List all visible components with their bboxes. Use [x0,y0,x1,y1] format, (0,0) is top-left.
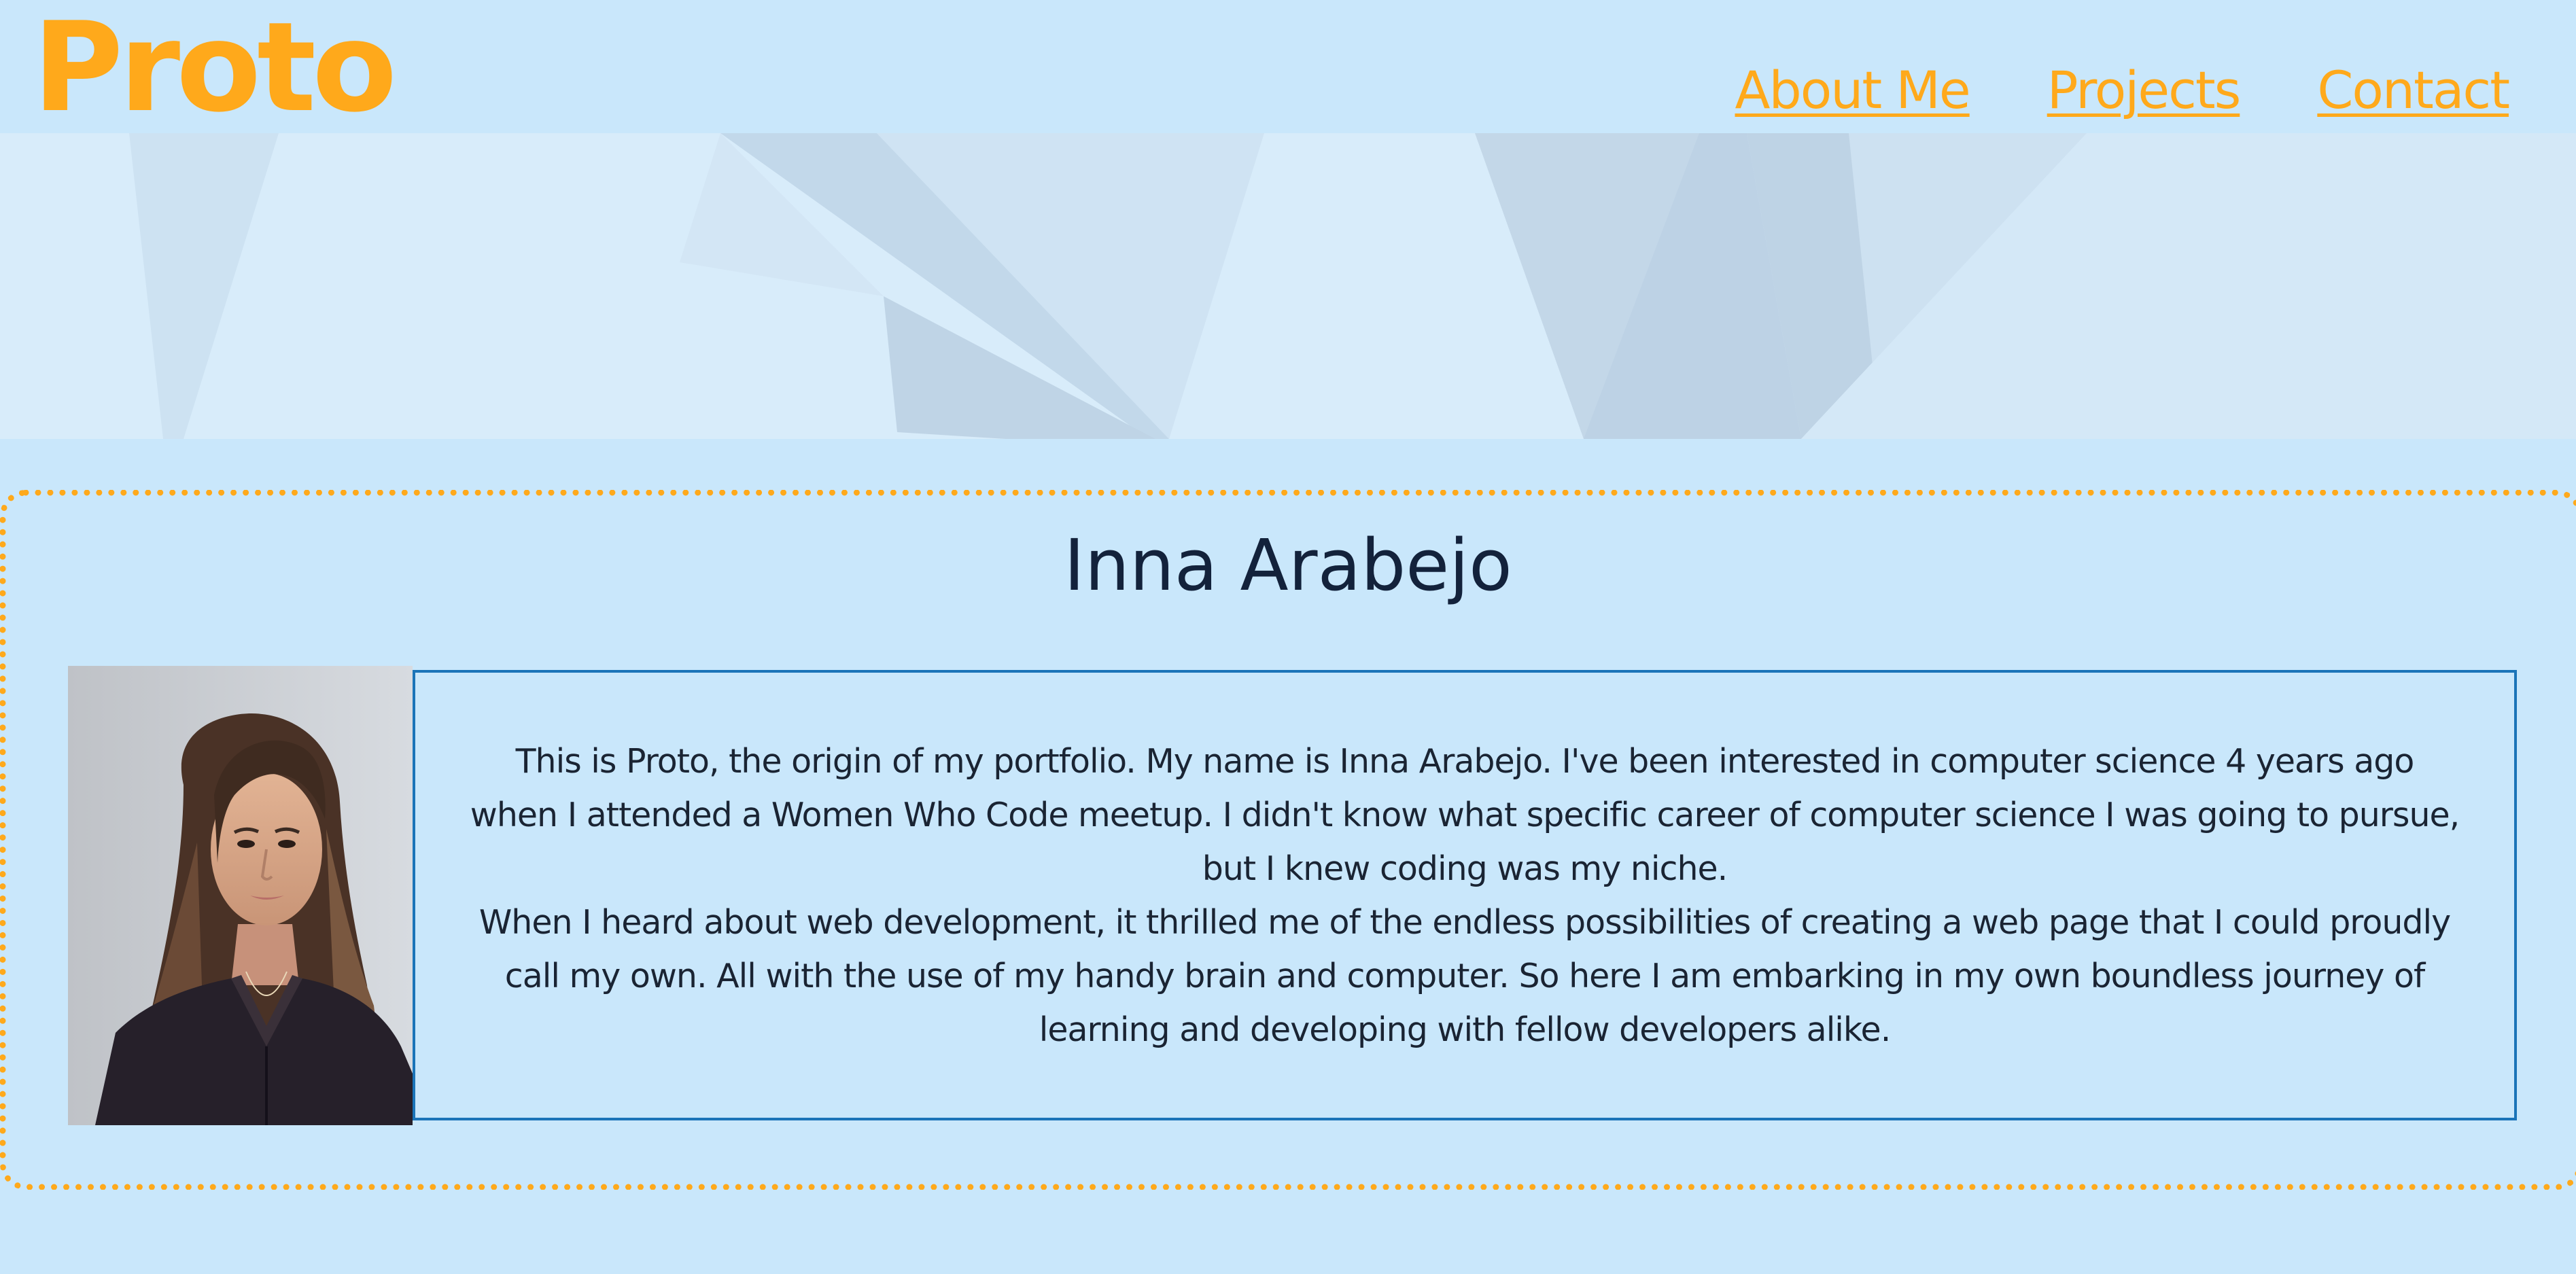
nav-item-about: About Me [1735,65,1971,116]
bio-text: This is Proto, the origin of my portfoli… [470,735,2460,1057]
hero-banner-image [0,133,2576,439]
bio-box: This is Proto, the origin of my portfoli… [413,670,2517,1120]
bio-paragraph-1: This is Proto, the origin of my portfoli… [470,741,2460,888]
profile-name: Inna Arabejo [1064,524,1512,607]
site-logo[interactable]: Proto [33,5,397,129]
portrait-illustration [68,666,413,1125]
nav-link-contact[interactable]: Contact [2317,60,2510,120]
nav-link-about-me[interactable]: About Me [1735,60,1971,120]
nav-item-projects: Projects [2047,65,2242,116]
bio-paragraph-2: When I heard about web development, it t… [478,902,2451,1049]
nav-link-projects[interactable]: Projects [2047,60,2242,120]
profile-photo [68,666,413,1125]
site-header: Proto About Me Projects Contact [0,0,2576,133]
abstract-paper-folds-graphic [0,133,2576,439]
nav-list: About Me Projects Contact [1735,65,2510,116]
nav-item-contact: Contact [2317,65,2510,116]
